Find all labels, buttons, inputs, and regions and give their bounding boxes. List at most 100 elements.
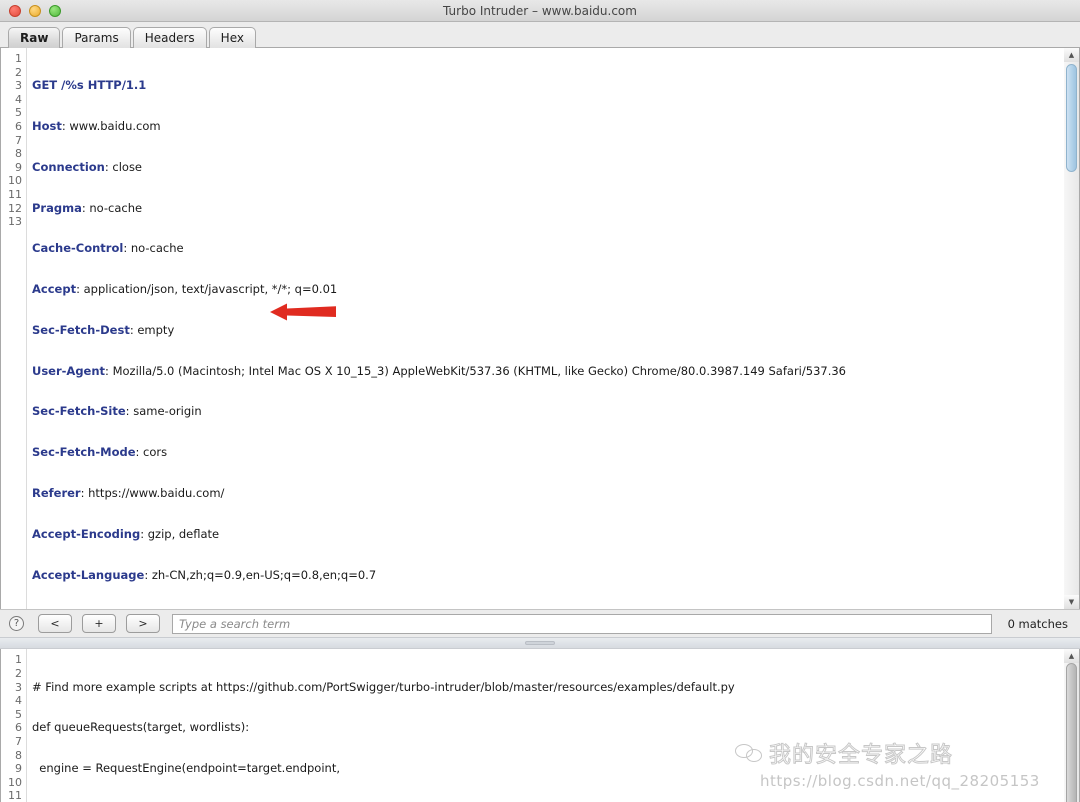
request-editor[interactable]: 1 2 3 4 5 6 7 8 9 10 11 12 13 GET /%s HT…: [0, 48, 1080, 610]
tab-bar: Raw Params Headers Hex: [0, 22, 1080, 48]
line-number: 1: [15, 52, 22, 65]
header-name: Pragma: [32, 200, 82, 215]
request-line: Accept: application/json, text/javascrip…: [32, 282, 1064, 297]
header-name: Connection: [32, 159, 105, 174]
request-line: Connection: close: [32, 159, 1064, 175]
header-name: Accept-Language: [32, 567, 145, 582]
request-line: User-Agent: Mozilla/5.0 (Macintosh; Inte…: [32, 363, 1064, 379]
line-number: 10: [8, 775, 22, 789]
header-name: Cache-Control: [32, 241, 124, 256]
request-line: Pragma: no-cache: [32, 200, 1064, 216]
search-add-button[interactable]: +: [82, 614, 116, 634]
header-value: : close: [104, 159, 143, 174]
tab-hex[interactable]: Hex: [208, 27, 256, 48]
line-number: 1: [15, 653, 22, 667]
scroll-up-icon[interactable]: ▲: [1064, 48, 1079, 62]
request-line: Host: www.baidu.com: [32, 118, 1064, 134]
tab-headers[interactable]: Headers: [132, 27, 207, 48]
scroll-thumb[interactable]: [1066, 64, 1077, 172]
line-number: 11: [8, 187, 22, 201]
pane-splitter[interactable]: [0, 637, 1080, 650]
header-value: : empty: [129, 322, 175, 337]
script-pane: 1 2 3 4 5 6 7 8 9 10 11 12 13 14 15 16 1…: [0, 649, 1080, 802]
header-name: Referer: [32, 486, 81, 500]
header-name: Host: [32, 118, 62, 133]
request-text[interactable]: GET /%s HTTP/1.1 Host: www.baidu.com Con…: [27, 48, 1064, 609]
window-title: Turbo Intruder – www.baidu.com: [443, 3, 637, 18]
search-prev-button[interactable]: <: [38, 614, 72, 634]
header-name: Sec-Fetch-Dest: [32, 322, 130, 337]
minimize-window-icon[interactable]: [29, 4, 41, 17]
header-name: Sec-Fetch-Mode: [32, 445, 136, 460]
request-line-text: GET /%s HTTP/1.1: [32, 78, 147, 93]
header-name: Sec-Fetch-Site: [32, 404, 126, 419]
line-number: 3: [15, 680, 22, 694]
line-number: 13: [8, 215, 22, 229]
request-line: Cache-Control: no-cache: [32, 242, 1064, 256]
scroll-track[interactable]: [1064, 663, 1079, 802]
header-value: : www.baidu.com: [61, 118, 161, 133]
line-number: 12: [8, 201, 22, 215]
line-number: 5: [15, 707, 22, 721]
help-icon[interactable]: ?: [9, 616, 24, 632]
header-value: : no-cache: [123, 241, 184, 256]
header-name: Accept: [32, 282, 77, 297]
line-number: 6: [15, 721, 22, 735]
traffic-light-group: [9, 4, 61, 17]
request-line: Referer: https://www.baidu.com/: [32, 486, 1064, 501]
close-window-icon[interactable]: [9, 4, 21, 17]
line-number: 4: [15, 92, 22, 106]
line-number: 8: [15, 748, 22, 762]
title-bar: Turbo Intruder – www.baidu.com: [0, 0, 1080, 22]
request-vertical-scrollbar[interactable]: ▲ ▼: [1064, 48, 1079, 610]
request-line: Sec-Fetch-Mode: cors: [32, 445, 1064, 460]
line-number: 9: [15, 762, 22, 776]
script-editor[interactable]: 1 2 3 4 5 6 7 8 9 10 11 12 13 14 15 16 1…: [0, 649, 1080, 802]
script-line-text: def queueRequests(target, wordlists):: [32, 720, 250, 735]
header-name: Accept-Encoding: [32, 526, 141, 541]
turbo-intruder-window: Turbo Intruder – www.baidu.com Raw Param…: [0, 0, 1080, 802]
request-pane: 1 2 3 4 5 6 7 8 9 10 11 12 13 GET /%s HT…: [0, 48, 1080, 638]
line-number: 2: [15, 65, 22, 79]
line-number: 7: [15, 734, 22, 748]
request-line: GET /%s HTTP/1.1: [32, 78, 1064, 93]
header-value: : gzip, deflate: [140, 526, 220, 541]
header-value: : https://www.baidu.com/: [80, 486, 225, 500]
header-value: : Mozilla/5.0 (Macintosh; Intel Mac OS X…: [105, 363, 846, 378]
script-line: # Find more example scripts at https://g…: [32, 679, 1064, 695]
header-value: : zh-CN,zh;q=0.9,en-US;q=0.8,en;q=0.7: [144, 567, 377, 582]
line-number: 3: [15, 79, 22, 93]
line-number: 4: [15, 694, 22, 708]
scroll-down-icon[interactable]: ▼: [1064, 595, 1079, 610]
request-search-input[interactable]: Type a search term: [172, 613, 992, 634]
search-next-button[interactable]: >: [126, 614, 160, 634]
request-search-bar: ? < + > Type a search term 0 matches: [0, 609, 1080, 638]
line-number: 7: [15, 133, 22, 147]
header-value: : no-cache: [81, 200, 143, 215]
line-number: 6: [15, 119, 22, 133]
header-value: : same-origin: [125, 404, 202, 419]
scroll-thumb[interactable]: [1066, 663, 1077, 802]
line-number: 2: [15, 666, 22, 680]
header-value: : cors: [135, 445, 168, 460]
script-line: engine = RequestEngine(endpoint=target.e…: [32, 761, 1064, 776]
scroll-track[interactable]: [1064, 62, 1079, 596]
request-line: Accept-Language: zh-CN,zh;q=0.9,en-US;q=…: [32, 567, 1064, 583]
script-vertical-scrollbar[interactable]: ▲ ▼: [1064, 649, 1079, 802]
header-name: User-Agent: [32, 363, 106, 378]
request-line: Sec-Fetch-Dest: empty: [32, 322, 1064, 338]
script-line-numbers: 1 2 3 4 5 6 7 8 9 10 11 12 13 14 15 16 1…: [1, 649, 27, 802]
script-text[interactable]: # Find more example scripts at https://g…: [27, 649, 1064, 802]
scroll-up-icon[interactable]: ▲: [1064, 649, 1079, 664]
header-value: : application/json, text/javascript, */*…: [76, 282, 338, 297]
splitter-grip[interactable]: [525, 641, 555, 646]
tab-raw[interactable]: Raw: [8, 27, 61, 48]
request-match-count: 0 matches: [1007, 616, 1068, 631]
request-line: Accept-Encoding: gzip, deflate: [32, 526, 1064, 542]
line-number: 5: [15, 106, 22, 120]
zoom-window-icon[interactable]: [49, 4, 61, 17]
tab-params[interactable]: Params: [62, 27, 131, 48]
script-line-text: engine = RequestEngine(endpoint=target.e…: [32, 761, 340, 776]
line-number: 11: [8, 789, 22, 802]
script-line-text: # Find more example scripts at https://g…: [32, 679, 735, 694]
